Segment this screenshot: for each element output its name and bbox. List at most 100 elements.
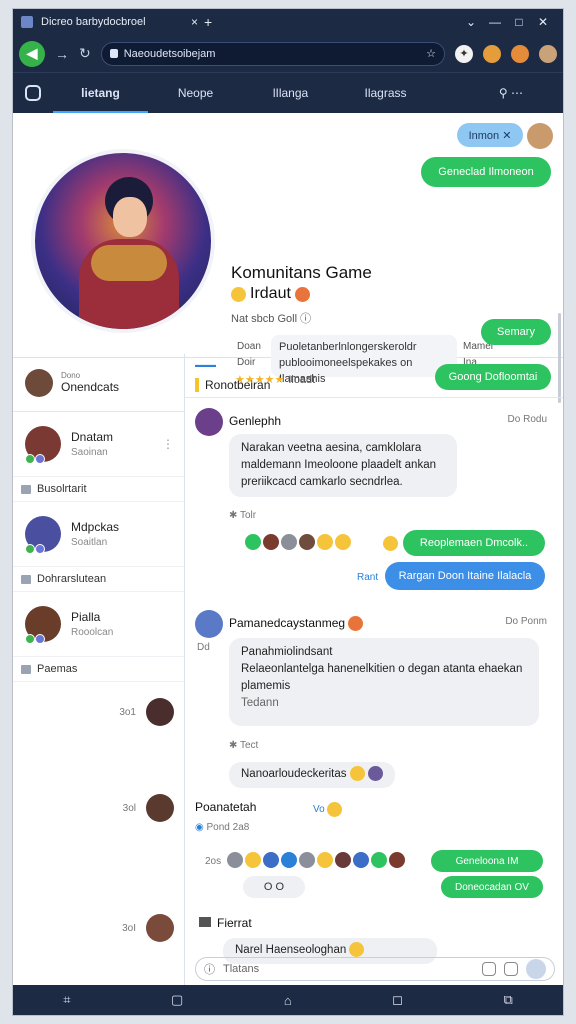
- message-tag: Vo: [313, 802, 343, 817]
- tab-messages[interactable]: Ilagrass: [338, 73, 433, 113]
- lock-icon: [109, 49, 118, 58]
- sidebar-mini-item[interactable]: 3oI: [122, 914, 174, 942]
- reaction-row[interactable]: [227, 852, 405, 868]
- shield-icon[interactable]: [511, 44, 529, 63]
- action-button-b[interactable]: Doneocadan OV: [441, 876, 543, 898]
- bottom-navigation: ⌗ ▢ ⌂ ◻ ⧉: [13, 985, 563, 1015]
- filter-chip[interactable]: Inmon ✕: [457, 123, 523, 147]
- avatar-label: Dd: [197, 642, 210, 653]
- message-author: Poanatetah: [195, 800, 257, 814]
- sidebar-header-avatar: [25, 368, 53, 397]
- chat-marker: ▬▬▬: [195, 362, 216, 369]
- search-icon[interactable]: ⚲ ⋯: [499, 86, 523, 100]
- forward-button[interactable]: →: [55, 46, 69, 62]
- tab-people[interactable]: Neope: [148, 73, 243, 113]
- message-bubble: Panahmiolindsant Relaeonlantelga hanenel…: [229, 638, 539, 726]
- bookmark-star-icon[interactable]: ☆: [426, 47, 436, 60]
- smile-emoji-icon: [231, 286, 246, 302]
- contact-status: Rooolcan: [71, 627, 114, 638]
- contact-avatar: [25, 516, 61, 554]
- sidebar-item[interactable]: Dnatam Saoinan ⋮: [13, 412, 184, 476]
- message-time: ◉ Pond 2a8: [195, 822, 250, 833]
- message-author: Fierrat: [199, 916, 252, 930]
- sidebar-header-title: Onendcats: [61, 380, 120, 394]
- cookie-icon[interactable]: [483, 44, 501, 63]
- new-tab-button[interactable]: +: [204, 14, 212, 30]
- label-left-1: Doan: [237, 341, 261, 352]
- folder-icon: [21, 664, 31, 674]
- sidebar-item[interactable]: Mdpckas Soaitlan: [13, 502, 184, 566]
- tab-title[interactable]: Dicreo barbydocbroel: [41, 16, 171, 28]
- sidebar-row[interactable]: Dohrarslutean: [13, 566, 184, 592]
- action-button-a[interactable]: Geneloona IM: [431, 850, 543, 872]
- contact-name: Dnatam: [71, 430, 114, 444]
- attach-icon[interactable]: [482, 962, 496, 976]
- composer-placeholder: Tlatans: [223, 963, 260, 975]
- sidebar-header-top: Dono: [61, 371, 81, 380]
- sidebar-header[interactable]: Dono Onendcats: [13, 354, 184, 412]
- quote-bubble: Nanoarloudeckeritas: [229, 762, 395, 788]
- content-area: Dono Onendcats Dnatam Saoinan ⋮ Busolrtar…: [13, 354, 563, 985]
- close-tab-icon[interactable]: ×: [191, 15, 198, 29]
- user-avatar[interactable]: [527, 123, 553, 149]
- sidebar-row[interactable]: Busolrtarit: [13, 476, 184, 502]
- send-icon[interactable]: [526, 959, 546, 979]
- image-upload-icon[interactable]: [504, 962, 518, 976]
- browser-window: Dicreo barbydocbroel × + ⌄ — □ ✕ ◀ → ↻ N…: [12, 8, 564, 1016]
- chat-header-button[interactable]: Goong Dofloomtai: [435, 364, 551, 390]
- message-author: Genlephh: [229, 414, 282, 428]
- reply-label: Rant: [357, 572, 379, 583]
- sidebar-item[interactable]: Pialla Rooolcan: [13, 592, 184, 656]
- message-time: Do Rodu: [507, 414, 547, 425]
- close-window-button[interactable]: ✕: [531, 15, 555, 29]
- sidebar-mini-item[interactable]: 3ol: [123, 794, 174, 822]
- message-meta: ✱ Tect: [229, 740, 259, 751]
- emoji-icon: [383, 536, 398, 551]
- chat-title: Ronotbeiran: [205, 378, 271, 392]
- app-navigation: lietang Neope lIlanga Ilagrass ⚲ ⋯: [13, 73, 563, 113]
- reload-button[interactable]: ↻: [79, 45, 91, 62]
- url-field[interactable]: Naeoudetsoibejam ☆: [100, 41, 445, 66]
- grid-icon[interactable]: ⌗: [63, 992, 70, 1008]
- sidebar-mini-item[interactable]: 3o1: [119, 698, 174, 726]
- member-info: Nat sbcb Goll ⓘ: [231, 313, 312, 325]
- page-subtitle: Irdaut: [231, 285, 310, 303]
- more-icon[interactable]: ⋮: [162, 437, 174, 451]
- message-bubble: Narakan veetna aesina, camklolara maldem…: [229, 434, 457, 497]
- message-avatar: [195, 408, 223, 436]
- tab-list-button[interactable]: ⌄: [459, 15, 483, 29]
- message-avatar: [195, 610, 223, 638]
- maximize-button[interactable]: □: [507, 15, 531, 29]
- extension-icon[interactable]: ✦: [455, 44, 473, 63]
- join-button[interactable]: Geneclad Ilmoneon: [421, 157, 551, 187]
- message-composer[interactable]: ⓘ Tlatans: [195, 957, 555, 981]
- profile-avatar[interactable]: [539, 44, 557, 63]
- summary-button[interactable]: Semary: [481, 319, 551, 345]
- home-icon[interactable]: ⌂: [284, 993, 292, 1008]
- reaction-row[interactable]: [245, 534, 351, 550]
- folder-icon: [21, 484, 31, 494]
- contact-name: Mdpckas: [71, 520, 120, 534]
- tab-groups[interactable]: lIlanga: [243, 73, 338, 113]
- reaction-counter: 2os: [205, 856, 222, 867]
- tab-home[interactable]: lietang: [53, 73, 148, 113]
- flame-emoji-icon: [294, 286, 310, 302]
- sidebar-row[interactable]: Paemas: [13, 656, 184, 682]
- reply-green-button[interactable]: Reoplemaen Dmcolk..: [403, 530, 545, 556]
- toggle-control[interactable]: O O: [243, 876, 305, 898]
- tab-favicon-icon: [21, 16, 33, 28]
- page-title: Komunitans Game: [231, 263, 372, 282]
- back-button[interactable]: ◀: [19, 40, 45, 67]
- contact-status: Saoinan: [71, 447, 108, 458]
- reply-blue-bubble: Rargan Doon Itaine Ilalacla: [385, 562, 545, 590]
- community-header: Inmon ✕ Geneclad Ilmoneon Komunitans Gam…: [13, 113, 563, 403]
- contact-avatar: [25, 606, 61, 644]
- recent-apps-icon[interactable]: ◻: [392, 992, 403, 1008]
- windows-icon[interactable]: ⧉: [503, 992, 512, 1008]
- emoji-picker-icon[interactable]: ⓘ: [204, 961, 215, 977]
- message-meta: ✱ Tolr: [229, 510, 257, 521]
- back-square-icon[interactable]: ▢: [171, 992, 183, 1008]
- chat-header: ▬▬▬ Ronotbeiran Goong Dofloomtai: [185, 354, 563, 398]
- minimize-button[interactable]: —: [483, 15, 507, 29]
- app-logo-icon[interactable]: [13, 85, 53, 101]
